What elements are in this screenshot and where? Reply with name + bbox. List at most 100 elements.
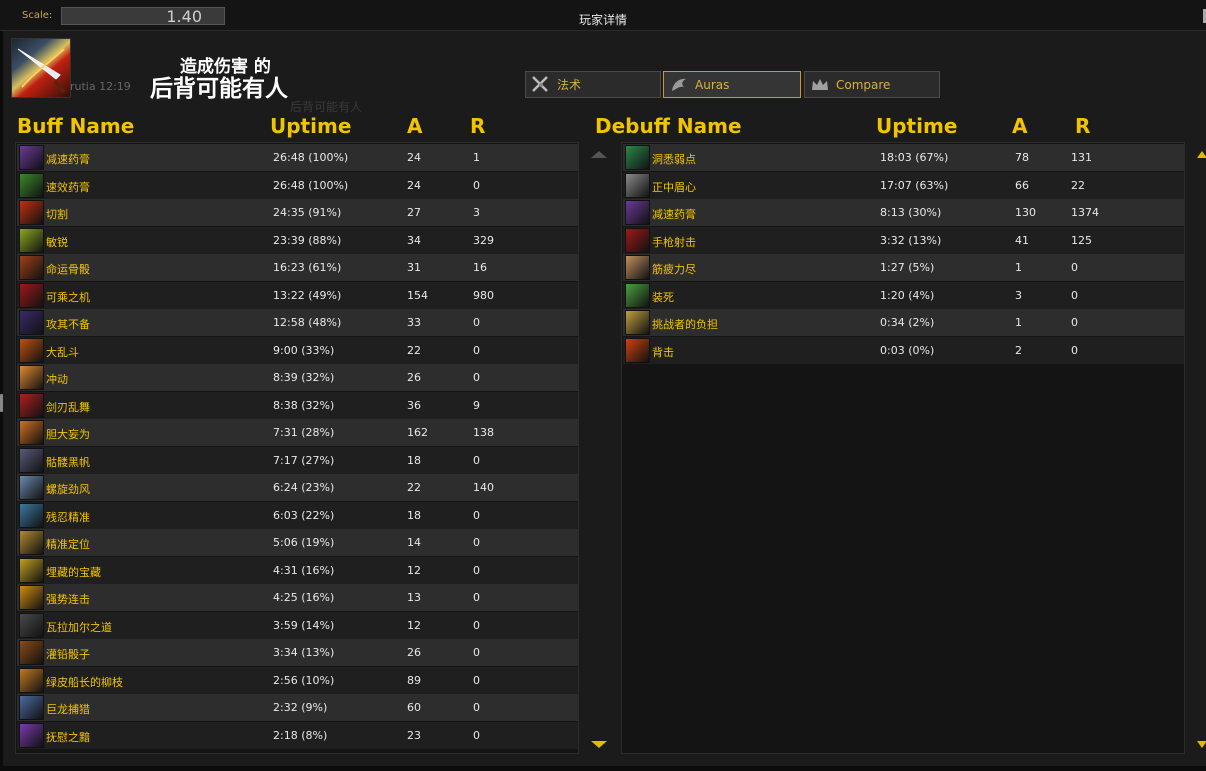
table-row[interactable]: 绿皮船长的柳枝 2:56 (10%) 89 0: [17, 666, 578, 694]
table-row[interactable]: 命运骨骰 16:23 (61%) 31 16: [17, 254, 578, 281]
table-row[interactable]: 手枪射击 3:32 (13%) 41 125: [623, 226, 1184, 254]
table-row[interactable]: 胆大妄为 7:31 (28%) 162 138: [17, 419, 578, 446]
debuff-a-header[interactable]: A: [1012, 114, 1027, 138]
tab-compare[interactable]: Compare: [804, 71, 940, 98]
aura-name: 手枪射击: [652, 235, 696, 249]
buff-scroll-down-button[interactable]: [591, 741, 607, 748]
aura-uptime: 23:39 (88%): [273, 233, 342, 247]
table-row[interactable]: 大乱斗 9:00 (33%) 22 0: [17, 336, 578, 364]
table-row[interactable]: 装死 1:20 (4%) 3 0: [623, 281, 1184, 309]
aura-uptime: 4:25 (16%): [273, 591, 335, 604]
aura-refreshes: 0: [473, 316, 480, 329]
buff-name-header[interactable]: Buff Name: [17, 114, 134, 138]
aura-uptime: 12:58 (48%): [273, 316, 342, 329]
aura-icon: [19, 557, 44, 583]
window-title: 玩家详情: [578, 13, 627, 27]
buff-scroll-up-button[interactable]: [591, 151, 607, 158]
aura-name: 精准定位: [46, 538, 90, 551]
aura-uptime: 1:27 (5%): [880, 261, 935, 274]
aura-name: 巨龙捕猎: [46, 703, 90, 716]
table-row[interactable]: 剑刃乱舞 8:38 (32%) 36 9: [17, 391, 578, 419]
aura-name: 切割: [46, 208, 68, 221]
aura-refreshes: 131: [1071, 151, 1092, 164]
table-row[interactable]: 残忍精准 6:03 (22%) 18 0: [17, 501, 578, 529]
aura-refreshes: 0: [473, 453, 480, 467]
aura-icon: [625, 255, 650, 280]
aura-applications: 27: [407, 206, 421, 219]
aura-icon: [19, 447, 44, 473]
aura-name: 洞悉弱点: [652, 153, 696, 166]
table-row[interactable]: 骷髅黑帆 7:17 (27%) 18 0: [17, 446, 578, 474]
table-row[interactable]: 减速药膏 26:48 (100%) 24 1: [17, 144, 578, 171]
table-row[interactable]: 巨龙捕猎 2:32 (9%) 60 0: [17, 694, 578, 721]
tab-spells[interactable]: 法术: [525, 71, 661, 98]
aura-refreshes: 0: [473, 646, 480, 659]
aura-uptime: 26:48 (100%): [273, 151, 349, 164]
table-row[interactable]: 埋藏的宝藏 4:31 (16%) 12 0: [17, 556, 578, 584]
buff-r-header[interactable]: R: [470, 114, 485, 138]
aura-uptime: 8:13 (30%): [880, 206, 942, 219]
debuff-scroll-up-button[interactable]: [1197, 151, 1206, 158]
table-row[interactable]: 洞悉弱点 18:03 (67%) 78 131: [623, 144, 1184, 171]
table-row[interactable]: 减速药膏 8:13 (30%) 130 1374: [623, 199, 1184, 226]
aura-refreshes: 0: [473, 343, 480, 357]
left-edge-handle[interactable]: [0, 394, 3, 412]
aura-name: 减速药膏: [46, 153, 90, 166]
debuff-uptime-header[interactable]: Uptime: [876, 114, 957, 138]
aura-applications: 22: [407, 481, 421, 494]
aura-refreshes: 0: [473, 728, 480, 742]
table-row[interactable]: 螺旋劲风 6:24 (23%) 22 140: [17, 474, 578, 501]
top-bar: Scale: 1.40 玩家详情: [0, 0, 1206, 31]
aura-name: 绿皮船长的柳枝: [46, 675, 123, 689]
aura-uptime: 3:34 (13%): [273, 646, 335, 659]
buff-a-header[interactable]: A: [407, 114, 422, 138]
aura-applications: 24: [407, 178, 421, 192]
table-row[interactable]: 瓦拉加尔之道 3:59 (14%) 12 0: [17, 611, 578, 639]
table-row[interactable]: 切割 24:35 (91%) 27 3: [17, 199, 578, 226]
table-row[interactable]: 冲动 8:39 (32%) 26 0: [17, 364, 578, 391]
table-row[interactable]: 攻其不备 12:58 (48%) 33 0: [17, 309, 578, 336]
table-row[interactable]: 筋疲力尽 1:27 (5%) 1 0: [623, 254, 1184, 281]
table-row[interactable]: 敏锐 23:39 (88%) 34 329: [17, 226, 578, 254]
table-row[interactable]: 抚慰之黯 2:18 (8%) 23 0: [17, 721, 578, 749]
buff-uptime-header[interactable]: Uptime: [270, 114, 351, 138]
tab-auras[interactable]: Auras: [663, 71, 801, 98]
aura-uptime: 7:17 (27%): [273, 453, 335, 467]
aura-uptime: 13:22 (49%): [273, 288, 342, 302]
aura-name: 敏锐: [46, 235, 68, 249]
table-row[interactable]: 正中眉心 17:07 (63%) 66 22: [623, 171, 1184, 199]
tab-label: 法术: [557, 78, 582, 92]
aura-icon: [19, 420, 44, 445]
aura-applications: 78: [1015, 151, 1029, 164]
table-row[interactable]: 强势连击 4:25 (16%) 13 0: [17, 584, 578, 611]
aura-icon: [625, 200, 650, 225]
aura-name: 减速药膏: [652, 208, 696, 221]
table-row[interactable]: 背击 0:03 (0%) 2 0: [623, 336, 1184, 364]
debuff-scroll-down-button[interactable]: [1197, 741, 1206, 748]
table-row[interactable]: 速效药膏 26:48 (100%) 24 0: [17, 171, 578, 199]
table-row[interactable]: 挑战者的负担 0:34 (2%) 1 0: [623, 309, 1184, 336]
aura-name: 装死: [652, 290, 674, 304]
aura-applications: 26: [407, 371, 421, 384]
aura-name: 可乘之机: [46, 290, 90, 304]
aura-icon: [625, 282, 650, 308]
aura-uptime: 5:06 (19%): [273, 536, 335, 549]
aura-refreshes: 0: [1071, 261, 1078, 274]
background-ghost-text: 后背可能有人: [290, 100, 363, 114]
aura-applications: 2: [1015, 343, 1022, 357]
aura-uptime: 9:00 (33%): [273, 343, 335, 357]
aura-refreshes: 329: [473, 233, 494, 247]
aura-icon: [625, 337, 650, 363]
aura-icon: [19, 392, 44, 418]
aura-refreshes: 0: [473, 591, 480, 604]
table-row[interactable]: 灌铅骰子 3:34 (13%) 26 0: [17, 639, 578, 666]
class-spec-icon: [11, 38, 71, 98]
debuff-name-header[interactable]: Debuff Name: [595, 114, 742, 138]
aura-name: 速效药膏: [46, 180, 90, 194]
aura-refreshes: 1: [473, 151, 480, 164]
buff-table: 减速药膏 26:48 (100%) 24 1 速效药膏 26:48 (100%) 24 0 切割…: [15, 142, 579, 754]
table-row[interactable]: 精准定位 5:06 (19%) 14 0: [17, 529, 578, 556]
aura-uptime: 0:34 (2%): [880, 316, 935, 329]
table-row[interactable]: 可乘之机 13:22 (49%) 154 980: [17, 281, 578, 309]
debuff-r-header[interactable]: R: [1075, 114, 1090, 138]
